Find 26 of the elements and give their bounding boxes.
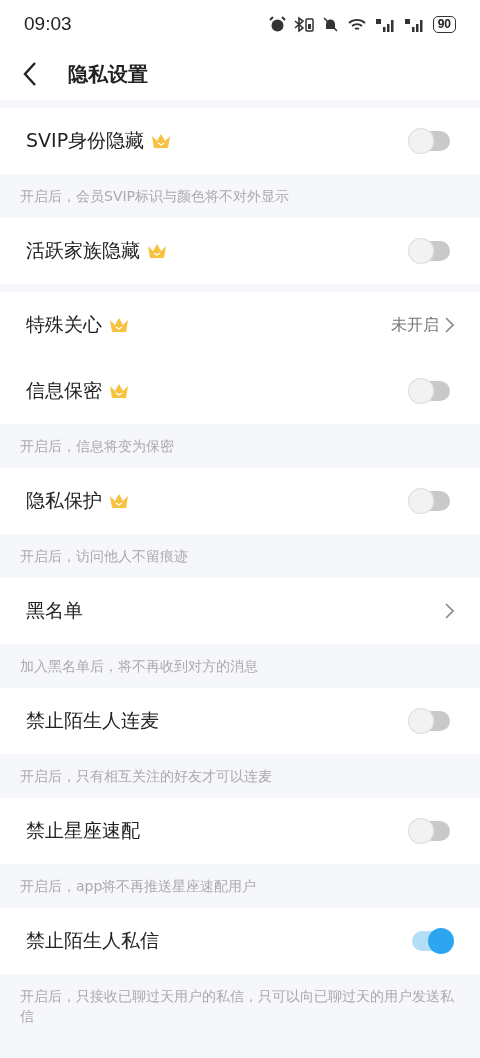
setting-hint: 加入黑名单后，将不再收到对方的消息 [20, 658, 258, 674]
setting-label: 隐私保护 [26, 488, 102, 513]
setting-label: 黑名单 [26, 598, 83, 623]
setting-hint: 开启后，app将不再推送星座速配用户 [20, 878, 257, 894]
setting-hint: 开启后，会员SVIP标识与颜色将不对外显示 [20, 188, 290, 204]
setting-hint: 开启后，只有相互关注的好友才可以连麦 [20, 768, 272, 784]
setting-hint: 开启后，信息将变为保密 [20, 438, 174, 454]
battery-level: 90 [432, 15, 456, 33]
setting-label: 禁止陌生人连麦 [26, 708, 159, 733]
chevron-right-icon[interactable] [445, 317, 454, 333]
setting-hint: 开启后，访问他人不留痕迹 [20, 548, 188, 564]
setting-label: 禁止陌生人私信 [26, 928, 159, 953]
chevron-right-icon[interactable] [445, 603, 454, 619]
setting-label: 禁止星座速配 [26, 818, 140, 843]
setting-label: SVIP身份隐藏 [26, 128, 145, 153]
page-title: 隐私设置 [68, 60, 148, 88]
back-icon[interactable] [22, 61, 38, 87]
alarm-icon [268, 15, 286, 33]
setting-label: 特殊关心 [26, 312, 102, 337]
status-time: 09:03 [24, 13, 73, 35]
setting-label: 活跃家族隐藏 [26, 238, 140, 263]
setting-hint: 开启后，只接收已聊过天用户的私信，只可以向已聊过天的用户发送私信 [20, 988, 454, 1024]
muted-bell-icon [321, 15, 339, 33]
setting-label: 信息保密 [26, 378, 102, 403]
bluetooth-battery-icon [292, 15, 315, 33]
setting-value: 未开启 [391, 314, 439, 336]
